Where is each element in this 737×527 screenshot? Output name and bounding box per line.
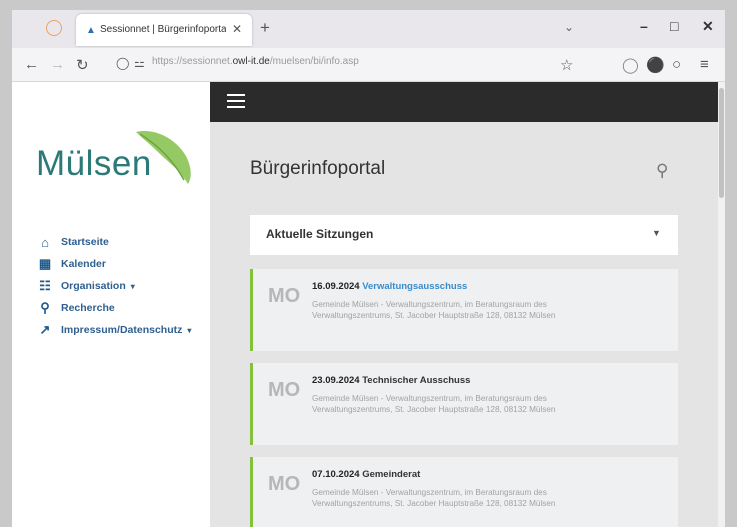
event-link[interactable]: Verwaltungsausschuss [362,281,467,292]
logo-leaf-icon [136,131,191,184]
event-item[interactable]: MO 16.09.2024 Verwaltungsausschuss Gemei… [250,269,678,351]
sidebar-item-recherche[interactable]: ⚲ Recherche [38,297,191,319]
event-heading: 23.09.2024 Technischer Ausschuss [312,375,470,386]
event-heading: 16.09.2024 Verwaltungsausschuss [312,281,467,292]
caret-down-icon: ▼ [652,228,661,238]
organisation-icon: ☷ [39,278,51,293]
close-window-icon[interactable]: ✕ [702,18,714,35]
event-item[interactable]: MO 07.10.2024 Gemeinderat Gemeinde Mülse… [250,457,678,527]
sidebar-menu: ⌂ Startseite ▦ Kalender ☷ Organisation ▾… [38,231,192,341]
reload-icon[interactable]: ↻ [76,56,89,74]
address-bar[interactable]: https://sessionnet.owl-it.de/muelsen/bi/… [152,56,532,74]
search-icon[interactable]: ⚲ [656,161,668,181]
event-location: Gemeinde Mülsen - Verwaltungszentrum, im… [312,488,556,508]
sidebar-item-label: Kalender [61,258,106,270]
maximize-icon[interactable]: □ [670,18,678,34]
sidebar-item-label: Impressum/Datenschutz [61,324,183,336]
hamburger-menu-icon[interactable] [227,94,245,108]
event-weekday: MO [268,379,301,401]
scrollbar[interactable] [718,82,725,527]
sidebar-item-label: Organisation [61,280,126,292]
sessions-panel-header[interactable]: Aktuelle Sitzungen ▼ [250,215,678,255]
event-date: 07.10.2024 [312,469,360,480]
main-content: Bürgerinfoportal ⚲ Aktuelle Sitzungen ▼ … [210,82,718,527]
sidebar-item-organisation[interactable]: ☷ Organisation ▾ [38,275,191,297]
new-tab-icon[interactable]: + [260,18,270,38]
close-tab-icon[interactable]: ✕ [232,22,242,36]
sidebar-item-kalender[interactable]: ▦ Kalender [38,253,191,275]
navigation-bar: ← → ↻ ◯ ⚍ https://sessionnet.owl-it.de/m… [12,48,725,82]
favicon-icon: ▲ [86,25,96,36]
search-icon: ⚲ [40,300,50,315]
back-icon[interactable]: ← [24,56,39,73]
url-domain: owl-it.de [232,56,270,67]
url-prefix: https://sessionnet. [152,56,233,67]
browser-window: ▲ Sessionnet | Bürgerinfoportal ✕ + ⌄ – … [12,10,725,527]
shield-icon[interactable]: ◯ [116,56,129,70]
calendar-icon: ▦ [38,256,52,271]
event-location: Gemeinde Mülsen - Verwaltungszentrum, im… [312,300,556,320]
sidebar: Mülsen ⌂ Startseite ▦ Kalender ☷ Organis… [12,82,210,527]
caret-down-icon: ▾ [187,325,192,335]
url-suffix: /muelsen/bi/info.asp [269,56,359,67]
forward-icon[interactable]: → [50,56,65,73]
page-title: Bürgerinfoportal [250,158,386,179]
page-content: Mülsen ⌂ Startseite ▦ Kalender ☷ Organis… [12,82,725,527]
firefox-view-icon[interactable] [46,20,62,36]
sidebar-item-startseite[interactable]: ⌂ Startseite [38,231,191,253]
bookmark-star-icon[interactable]: ☆ [560,56,573,74]
panel-title: Aktuelle Sitzungen [266,227,374,241]
caret-down-icon: ▾ [130,281,135,291]
sidebar-item-label: Recherche [61,302,115,314]
account-icon[interactable]: ○ [672,56,681,73]
event-date: 16.09.2024 [312,281,360,292]
chevron-down-icon[interactable]: ⌄ [564,20,574,34]
browser-tab[interactable]: ▲ Sessionnet | Bürgerinfoportal ✕ [76,14,252,46]
pocket-icon[interactable]: ◯ [622,56,639,74]
event-location: Gemeinde Mülsen - Verwaltungszentrum, im… [312,394,556,414]
extension-icon[interactable]: ⚫ [646,56,665,74]
event-date: 23.09.2024 [312,375,360,386]
minimize-icon[interactable]: – [640,18,648,34]
app-menu-icon[interactable]: ≡ [700,56,709,73]
top-navbar [210,82,718,122]
lock-icon[interactable]: ⚍ [134,56,145,70]
sidebar-item-label: Startseite [61,236,109,248]
event-weekday: MO [268,473,301,495]
tab-title: Sessionnet | Bürgerinfoportal [100,24,226,35]
event-title[interactable]: Technischer Ausschuss [362,375,470,386]
event-weekday: MO [268,285,301,307]
home-icon: ⌂ [41,234,49,250]
event-heading: 07.10.2024 Gemeinderat [312,469,420,480]
external-link-icon: ↗ [39,322,51,337]
event-item[interactable]: MO 23.09.2024 Technischer Ausschuss Geme… [250,363,678,445]
event-title[interactable]: Gemeinderat [362,469,420,480]
sidebar-item-impressum[interactable]: ↗ Impressum/Datenschutz ▾ [38,319,192,341]
tab-bar: ▲ Sessionnet | Bürgerinfoportal ✕ + ⌄ – … [12,10,725,48]
scrollbar-thumb[interactable] [719,88,724,198]
